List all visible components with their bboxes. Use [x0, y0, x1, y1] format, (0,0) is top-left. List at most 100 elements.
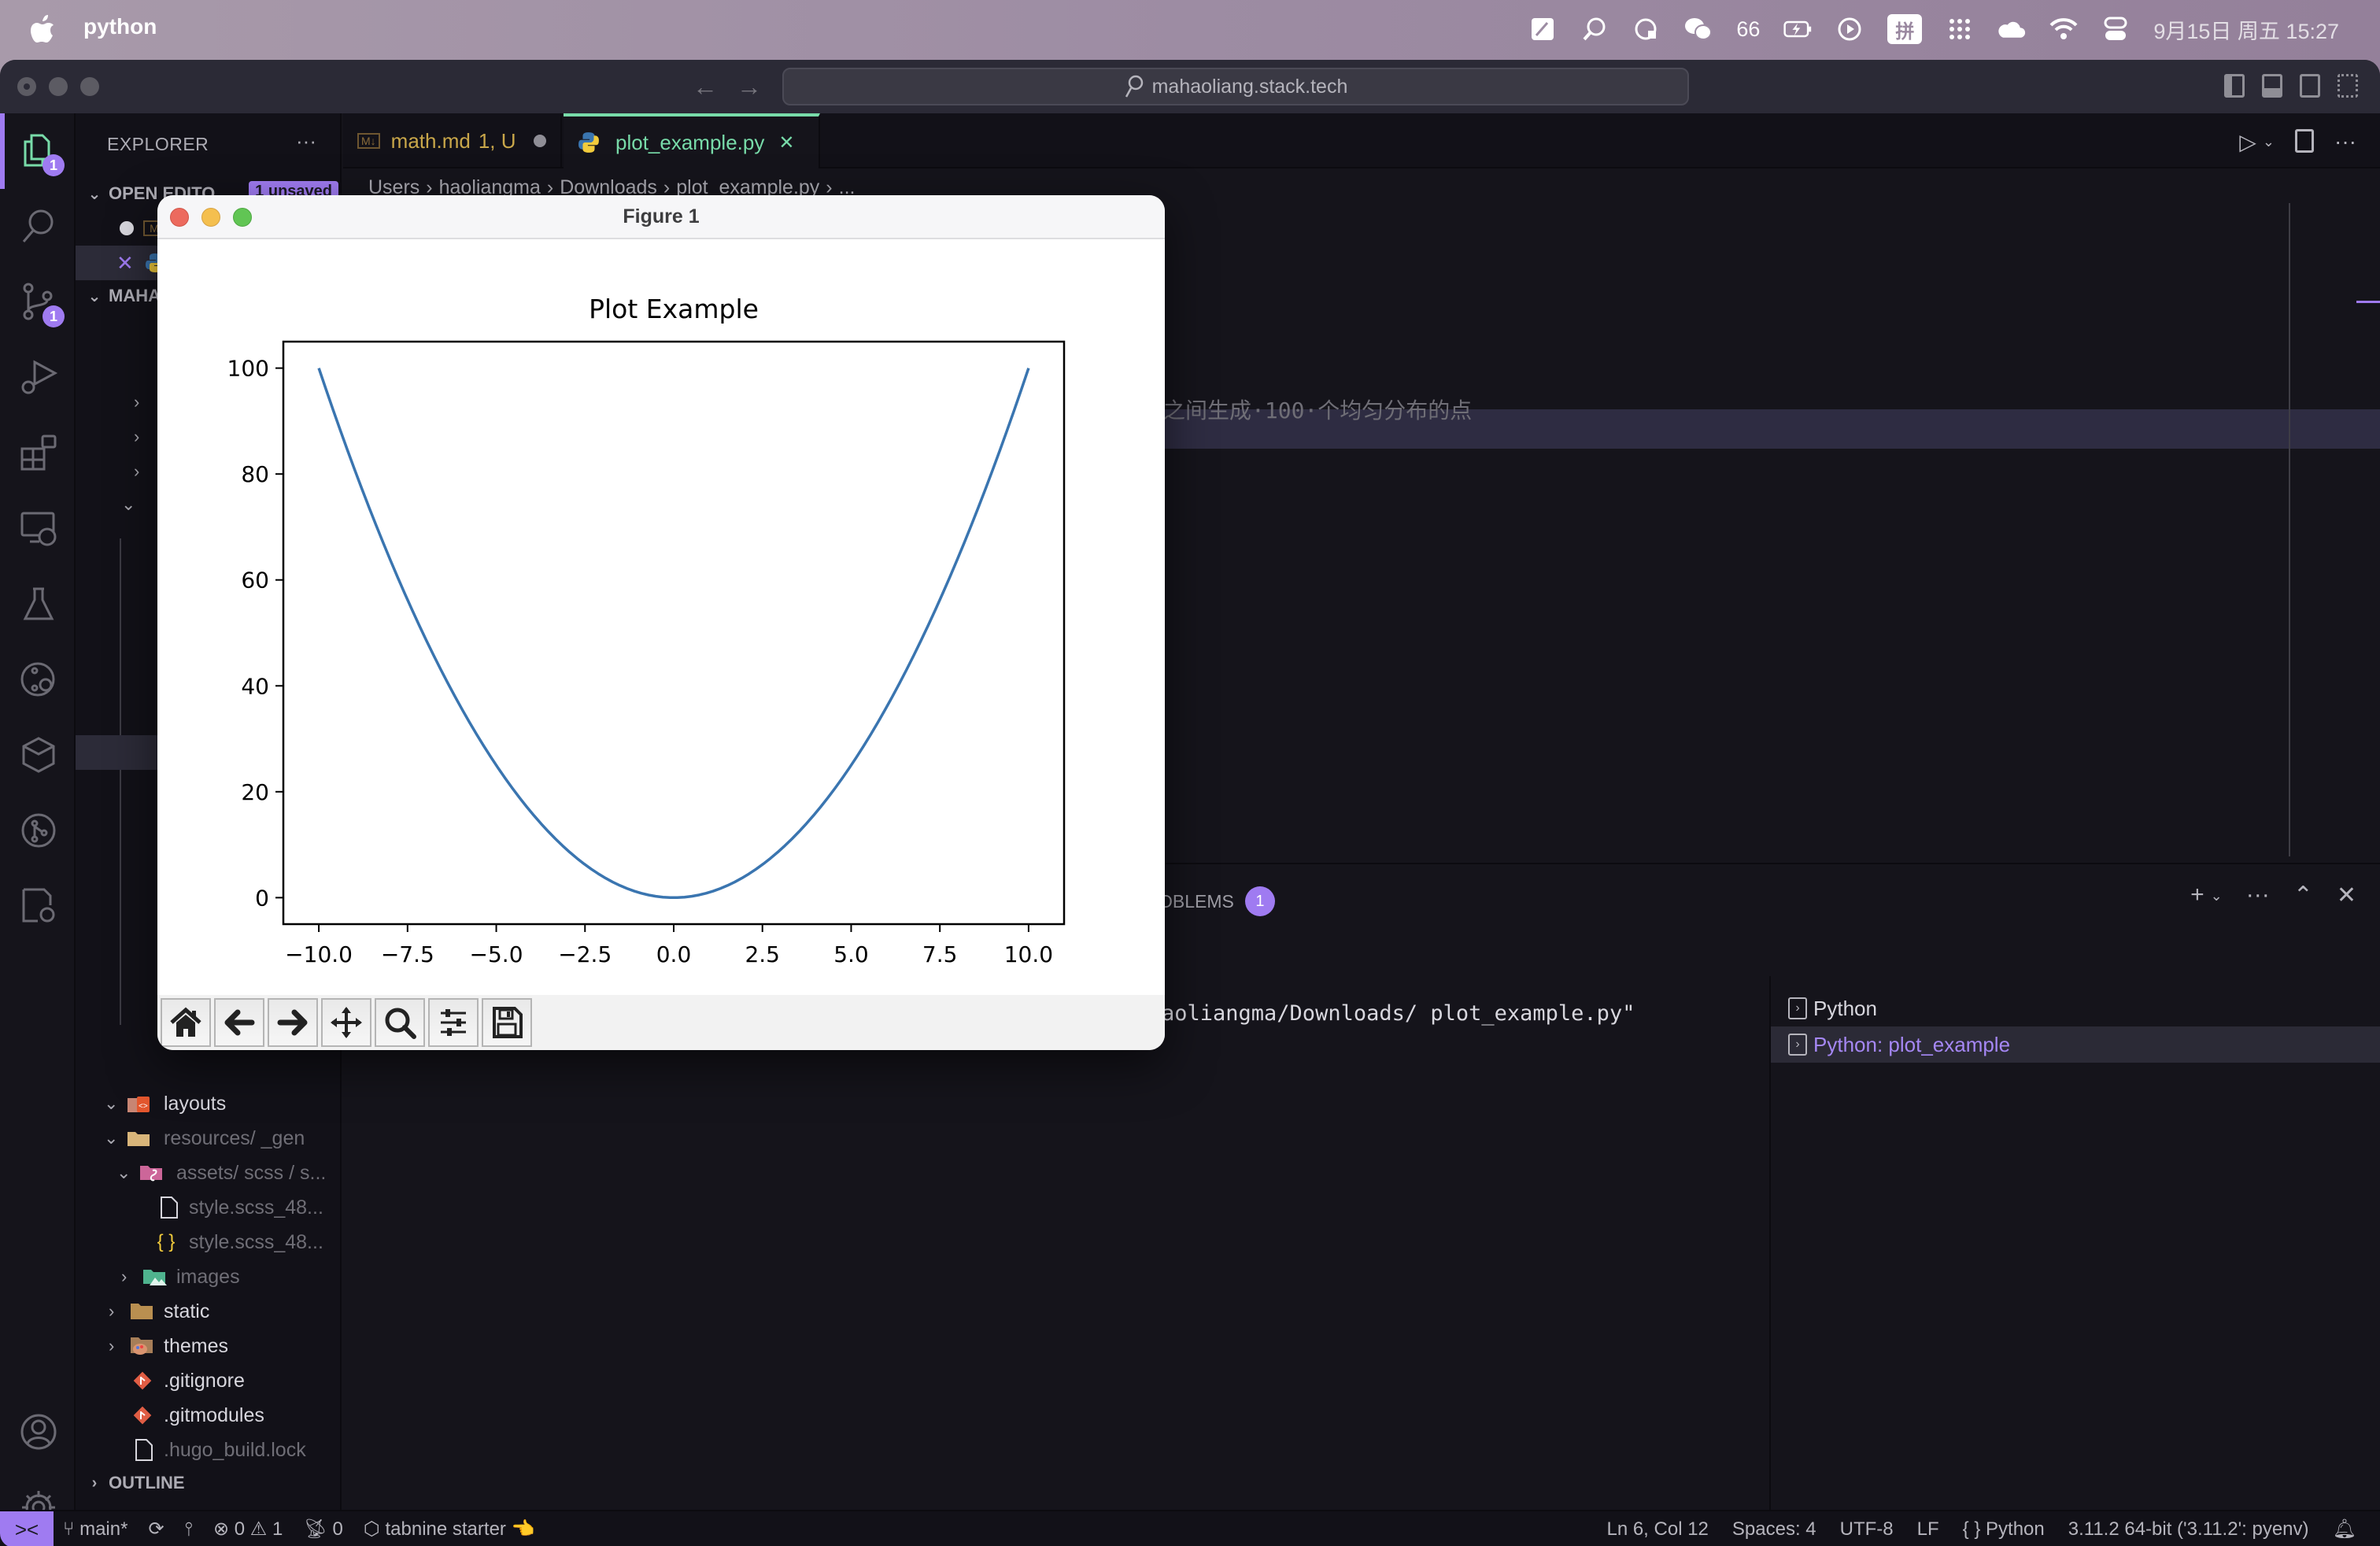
outline-section[interactable]: › OUTLINE: [76, 1467, 342, 1499]
battery-charging-icon[interactable]: [1783, 15, 1812, 43]
terminal-output[interactable]: aoliangma/Downloads/ plot_example.py": [1162, 1001, 1635, 1026]
cloud-icon[interactable]: [1998, 15, 2026, 43]
chevron-down-icon[interactable]: ⌄: [2263, 134, 2275, 155]
problems-status[interactable]: ⊗ 0 ⚠ 1: [213, 1518, 283, 1540]
run-debug-icon[interactable]: [19, 357, 58, 397]
nav-back-icon[interactable]: ←: [693, 72, 718, 102]
close-panel-icon[interactable]: ✕: [2337, 882, 2356, 909]
tree-file-gitmodules[interactable]: .gitmodules: [76, 1398, 342, 1433]
explorer-icon[interactable]: 1: [19, 131, 65, 176]
terminal-item[interactable]: › Python: [1771, 990, 2380, 1026]
tree-folder-images[interactable]: › images: [76, 1259, 342, 1294]
configure-subplots-button[interactable]: [428, 998, 479, 1047]
language-mode[interactable]: { } Python: [1963, 1518, 2045, 1540]
plot-canvas[interactable]: Plot Example −10.0 −7.5 −5.0 −2.5 0.0 2.5 5.0 7…: [157, 239, 1165, 995]
unsaved-dot-icon[interactable]: [533, 135, 546, 147]
tree-folder-resources[interactable]: ⌄ resources/ _gen: [76, 1121, 342, 1156]
pan-button[interactable]: [321, 998, 371, 1047]
wechat-icon[interactable]: [1684, 15, 1713, 43]
tabnine-status[interactable]: ⬡ tabnine starter 👈: [364, 1518, 535, 1540]
save-figure-button[interactable]: [482, 998, 532, 1047]
active-app-name[interactable]: python: [83, 14, 157, 39]
command-center-search[interactable]: mahaoliang.stack.tech: [782, 68, 1689, 105]
toggle-primary-sidebar-icon[interactable]: [2224, 74, 2245, 98]
floppy-disk-icon: [493, 1007, 523, 1038]
git-branch[interactable]: ⑂ main*: [63, 1518, 128, 1540]
testing-flask-icon[interactable]: [19, 584, 58, 623]
search-icon[interactable]: [19, 206, 58, 246]
input-method-indicator[interactable]: 拼: [1887, 14, 1923, 44]
tab-label: plot_example.py: [615, 130, 765, 154]
split-editor-icon[interactable]: [2295, 129, 2315, 153]
chevron-right-icon[interactable]: ›: [134, 427, 139, 447]
source-control-icon[interactable]: 1: [19, 282, 65, 327]
gitlens-icon[interactable]: [19, 811, 58, 850]
cursor-position[interactable]: Ln 6, Col 12: [1606, 1518, 1708, 1540]
window-close-button[interactable]: [17, 77, 36, 96]
tree-folder-static[interactable]: › static: [76, 1294, 342, 1329]
app-grid-icon[interactable]: [1946, 15, 1974, 43]
control-center-icon[interactable]: [2101, 15, 2130, 43]
chevron-down-icon[interactable]: ⌄: [121, 494, 135, 515]
tab-plot-example[interactable]: plot_example.py ✕: [564, 113, 820, 168]
more-actions-icon[interactable]: ···: [2246, 882, 2270, 909]
run-python-icon[interactable]: ▷: [2239, 129, 2256, 155]
toggle-panel-icon[interactable]: [2262, 74, 2282, 98]
indentation[interactable]: Spaces: 4: [1732, 1518, 1816, 1540]
tree-file-style-scss-1[interactable]: style.scss_48...: [76, 1190, 342, 1225]
menubar-clock[interactable]: 9月15日 周五 15:27: [2153, 14, 2339, 45]
window-zoom-button[interactable]: [80, 77, 99, 96]
terminal-item[interactable]: › Python: plot_example: [1771, 1026, 2380, 1063]
git-graph-icon[interactable]: [19, 660, 58, 699]
play-circle-icon[interactable]: [1835, 15, 1864, 43]
close-icon[interactable]: ✕: [116, 251, 134, 276]
extensions-icon[interactable]: [19, 433, 58, 472]
accounts-icon[interactable]: [19, 1412, 58, 1452]
vpn-icon[interactable]: [1632, 15, 1661, 43]
code-comment-line[interactable]: 之间生成·100·个均匀分布的点: [1163, 394, 1472, 425]
git-graph-status-icon[interactable]: ⫯: [185, 1518, 193, 1540]
docker-cube-icon[interactable]: [19, 735, 58, 775]
new-terminal-icon[interactable]: +: [2190, 882, 2204, 909]
remote-indicator-icon[interactable]: ><: [0, 1511, 54, 1546]
tree-folder-layouts[interactable]: ⌄ <> layouts: [76, 1086, 342, 1121]
forward-button[interactable]: [268, 998, 318, 1047]
end-of-line[interactable]: LF: [1917, 1518, 1939, 1540]
toggle-secondary-sidebar-icon[interactable]: [2300, 74, 2320, 98]
chevron-right-icon[interactable]: ›: [134, 461, 139, 482]
more-actions-icon[interactable]: ···: [2334, 129, 2356, 155]
tab-problems[interactable]: OBLEMS 1: [1159, 886, 1275, 916]
home-button[interactable]: [161, 998, 211, 1047]
tab-math-md[interactable]: M↓ math.md 1, U: [343, 113, 562, 168]
screen-icon[interactable]: [1528, 15, 1557, 43]
wifi-icon[interactable]: [2049, 15, 2078, 43]
window-minimize-button[interactable]: [49, 77, 68, 96]
close-icon[interactable]: ✕: [778, 131, 794, 154]
cpp-config-icon[interactable]: [19, 886, 58, 926]
sync-icon[interactable]: ⟳: [148, 1518, 164, 1540]
nav-forward-icon[interactable]: →: [737, 72, 762, 102]
remote-explorer-icon[interactable]: [19, 509, 58, 548]
tree-file-hugo-build-lock[interactable]: .hugo_build.lock: [76, 1433, 342, 1467]
tree-file-gitignore[interactable]: .gitignore: [76, 1363, 342, 1398]
ports-status[interactable]: 📡︎ 0: [303, 1518, 343, 1540]
tree-file-style-scss-2[interactable]: { } style.scss_48...: [76, 1225, 342, 1259]
apple-logo-icon[interactable]: [30, 14, 55, 44]
tree-folder-themes[interactable]: › themes: [76, 1329, 342, 1363]
zoom-rect-button[interactable]: [375, 998, 425, 1047]
explorer-more-actions[interactable]: ···: [296, 129, 316, 153]
notifications-bell-icon[interactable]: 🔔︎: [2333, 1518, 2356, 1540]
tree-folder-assets[interactable]: ⌄ assets/ scss / s...: [76, 1156, 342, 1190]
file-icon: [132, 1439, 156, 1461]
spotlight-search-icon[interactable]: [1580, 15, 1609, 43]
branch-icon: ⑂: [63, 1518, 80, 1540]
customize-layout-icon[interactable]: [2338, 74, 2358, 98]
encoding[interactable]: UTF-8: [1840, 1518, 1894, 1540]
maximize-panel-icon[interactable]: ⌃: [2293, 882, 2313, 909]
selected-tree-row[interactable]: [76, 735, 162, 770]
chevron-down-icon[interactable]: ⌄: [2211, 888, 2223, 909]
tab-label: OBLEMS: [1159, 890, 1234, 912]
chevron-right-icon[interactable]: ›: [134, 392, 139, 412]
back-button[interactable]: [214, 998, 264, 1047]
python-interpreter[interactable]: 3.11.2 64-bit ('3.11.2': pyenv): [2068, 1518, 2309, 1540]
